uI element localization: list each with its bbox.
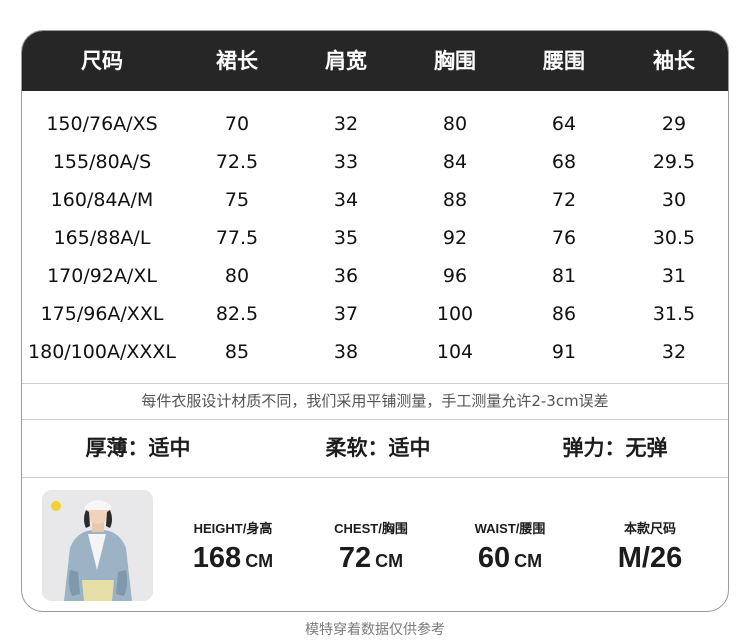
cell-sleeve: 30.5 — [652, 227, 696, 249]
waist-label: WAIST/腰围 — [474, 521, 546, 536]
chest-value: 72 — [338, 542, 372, 574]
divider — [22, 419, 728, 420]
header-dress-length: 裙长 — [216, 49, 258, 73]
table-row: 160/84A/M 75 34 88 72 30 — [22, 181, 728, 219]
height-label: HEIGHT/身高 — [193, 521, 273, 536]
measurement-note: 每件衣服设计材质不同，我们采用平铺测量，手工测量允许2-3cm误差 — [141, 392, 609, 410]
chest-label: CHEST/胸围 — [334, 521, 408, 536]
divider — [22, 477, 728, 478]
header-waist: 腰围 — [543, 49, 585, 73]
height-value: 168 — [192, 542, 242, 574]
table-row: 150/76A/XS 70 32 80 64 29 — [22, 105, 728, 143]
waist-value: 60 — [477, 542, 511, 574]
size-value: M/26 — [617, 542, 683, 574]
waist-unit: CM — [514, 551, 543, 571]
model-size: 本款尺码 M/26 — [580, 519, 720, 577]
model-height: HEIGHT/身高 168 CM — [163, 519, 303, 577]
height-unit: CM — [245, 551, 274, 571]
cell-sleeve: 32 — [661, 341, 687, 363]
table-row: 155/80A/S 72.5 33 84 68 29.5 — [22, 143, 728, 181]
attribute-thickness: 厚薄：适中 — [85, 436, 191, 460]
header-size: 尺码 — [81, 49, 123, 73]
model-figure-image — [42, 490, 153, 601]
table-row: 170/92A/XL 80 36 96 81 31 — [22, 257, 728, 295]
header-sleeve: 袖长 — [653, 49, 695, 73]
size-label: 本款尺码 — [623, 521, 676, 536]
header-chest: 胸围 — [434, 49, 476, 73]
table-header: 尺码 裙长 肩宽 胸围 腰围 袖长 — [22, 31, 728, 91]
model-waist: WAIST/腰围 60 CM — [440, 519, 580, 577]
table-row: 165/88A/L 77.5 35 92 76 30.5 — [22, 219, 728, 257]
reference-footnote: 模特穿着数据仅供参考 — [305, 622, 445, 638]
table-row: 175/96A/XXL 82.5 37 100 86 31.5 — [22, 295, 728, 333]
model-chest: CHEST/胸围 72 CM — [301, 519, 441, 577]
header-shoulder: 肩宽 — [325, 49, 367, 73]
cell-sleeve: 30 — [661, 189, 687, 211]
cell-sleeve: 31 — [661, 265, 687, 287]
model-photo — [42, 490, 153, 601]
table-row: 180/100A/XXXL 85 38 104 91 32 — [22, 333, 728, 371]
attribute-elasticity: 弹力：无弹 — [562, 436, 668, 460]
chest-unit: CM — [375, 551, 404, 571]
cell-sleeve: 29.5 — [652, 151, 696, 173]
size-chart-card: 尺码 裙长 肩宽 胸围 腰围 袖长 150/76A/XS 70 32 80 64… — [21, 30, 729, 612]
attribute-softness: 柔软：适中 — [325, 436, 431, 460]
cell-sleeve: 29 — [661, 113, 687, 135]
cell-sleeve: 31.5 — [652, 303, 696, 325]
